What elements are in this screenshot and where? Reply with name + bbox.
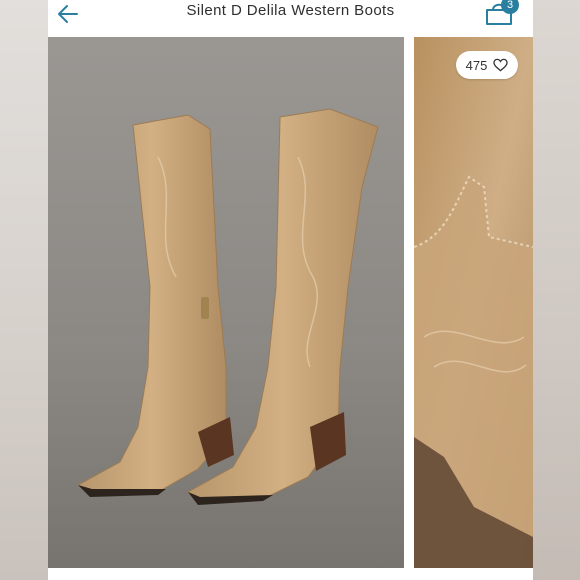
left-backdrop	[0, 0, 48, 580]
right-backdrop	[533, 0, 580, 580]
bottom-strip	[48, 568, 533, 580]
heart-icon	[493, 58, 509, 72]
like-button[interactable]: 475	[456, 51, 518, 79]
boots-detail-photo[interactable]	[414, 37, 533, 568]
page-title: Silent D Delila Western Boots	[186, 2, 395, 19]
like-count: 475	[465, 57, 488, 73]
boots-main-photo[interactable]	[48, 37, 404, 568]
app-header: Silent D Delila Western Boots 3	[48, 0, 533, 36]
